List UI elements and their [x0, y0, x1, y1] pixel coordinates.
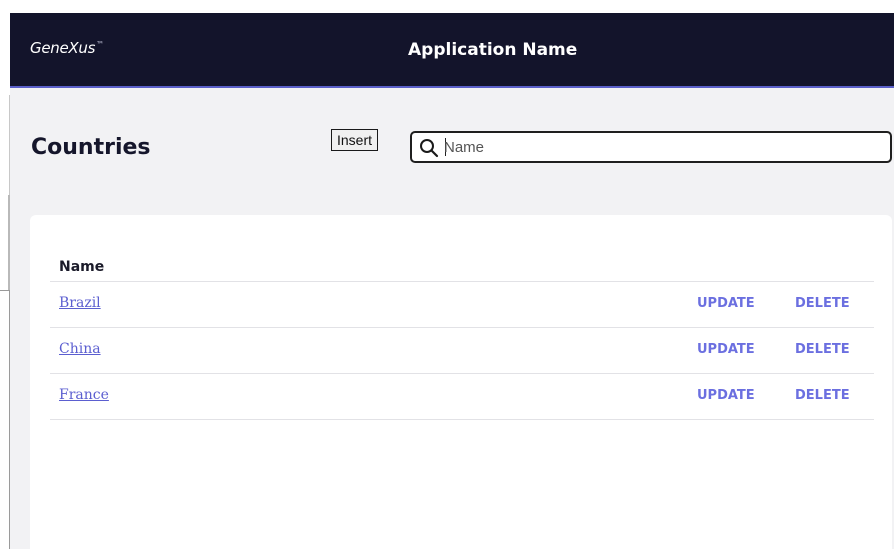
column-header-name: Name — [59, 259, 105, 275]
country-link[interactable]: Brazil — [59, 295, 101, 311]
search-input[interactable] — [444, 137, 884, 157]
search-box[interactable] — [410, 131, 892, 163]
logo-text: GeneXus — [30, 39, 96, 57]
table-row: Brazil UPDATE DELETE — [50, 282, 874, 328]
delete-button[interactable]: DELETE — [795, 388, 850, 403]
countries-grid-card: Name Brazil UPDATE DELETE China UPDATE D… — [30, 215, 892, 549]
page-title: Countries — [31, 135, 151, 160]
edge-tick — [0, 290, 10, 291]
table-row: China UPDATE DELETE — [50, 328, 874, 374]
update-button[interactable]: UPDATE — [697, 388, 755, 403]
trademark-mark: ™ — [96, 40, 104, 49]
genexus-logo: GeneXus™ — [30, 39, 104, 57]
window-edge — [0, 0, 10, 549]
table-row: France UPDATE DELETE — [50, 374, 874, 420]
app-window: GeneXus™ Application Name Countries Inse… — [0, 0, 894, 549]
main-content: Countries Insert Name Brazil UPDATE DELE… — [10, 88, 894, 549]
insert-button[interactable]: Insert — [331, 129, 379, 151]
delete-button[interactable]: DELETE — [795, 342, 850, 357]
grid-header: Name — [50, 257, 874, 282]
application-name: Application Name — [408, 40, 578, 60]
country-link[interactable]: China — [59, 341, 101, 357]
search-icon — [420, 139, 439, 158]
country-link[interactable]: France — [59, 387, 109, 403]
update-button[interactable]: UPDATE — [697, 296, 755, 311]
delete-button[interactable]: DELETE — [795, 296, 850, 311]
update-button[interactable]: UPDATE — [697, 342, 755, 357]
app-header: GeneXus™ Application Name — [10, 13, 894, 88]
